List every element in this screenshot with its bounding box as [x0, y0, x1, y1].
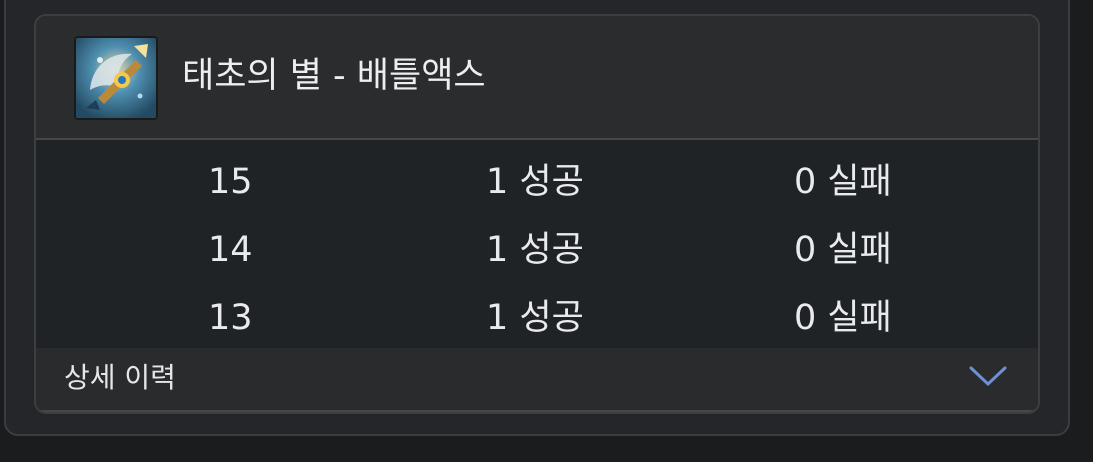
history-list: 15 1 성공 0 실패 14 1 성공 0 실패 13 1 성공 0 실패 [36, 140, 1038, 352]
item-title: 태초의 별 - 배틀액스 [182, 56, 486, 96]
success-count: 1 성공 [486, 162, 584, 202]
level-value: 13 [208, 298, 253, 338]
level-value: 14 [208, 230, 253, 270]
fail-count: 0 실패 [794, 162, 892, 202]
history-row: 13 1 성공 0 실패 [36, 284, 1038, 352]
detail-history-toggle[interactable]: 상세 이력 [36, 348, 1038, 412]
enhancement-history-card: 태초의 별 - 배틀액스 15 1 성공 0 실패 14 1 성공 0 실패 1… [34, 14, 1040, 414]
detail-history-label: 상세 이력 [64, 361, 176, 394]
chevron-down-icon[interactable] [968, 360, 1008, 390]
history-row: 15 1 성공 0 실패 [36, 148, 1038, 216]
fail-count: 0 실패 [794, 230, 892, 270]
battle-axe-item-icon [74, 36, 158, 120]
fail-count: 0 실패 [794, 298, 892, 338]
success-count: 1 성공 [486, 230, 584, 270]
card-header: 태초의 별 - 배틀액스 [36, 16, 1038, 140]
history-row: 14 1 성공 0 실패 [36, 216, 1038, 284]
success-count: 1 성공 [486, 298, 584, 338]
level-value: 15 [208, 162, 253, 202]
